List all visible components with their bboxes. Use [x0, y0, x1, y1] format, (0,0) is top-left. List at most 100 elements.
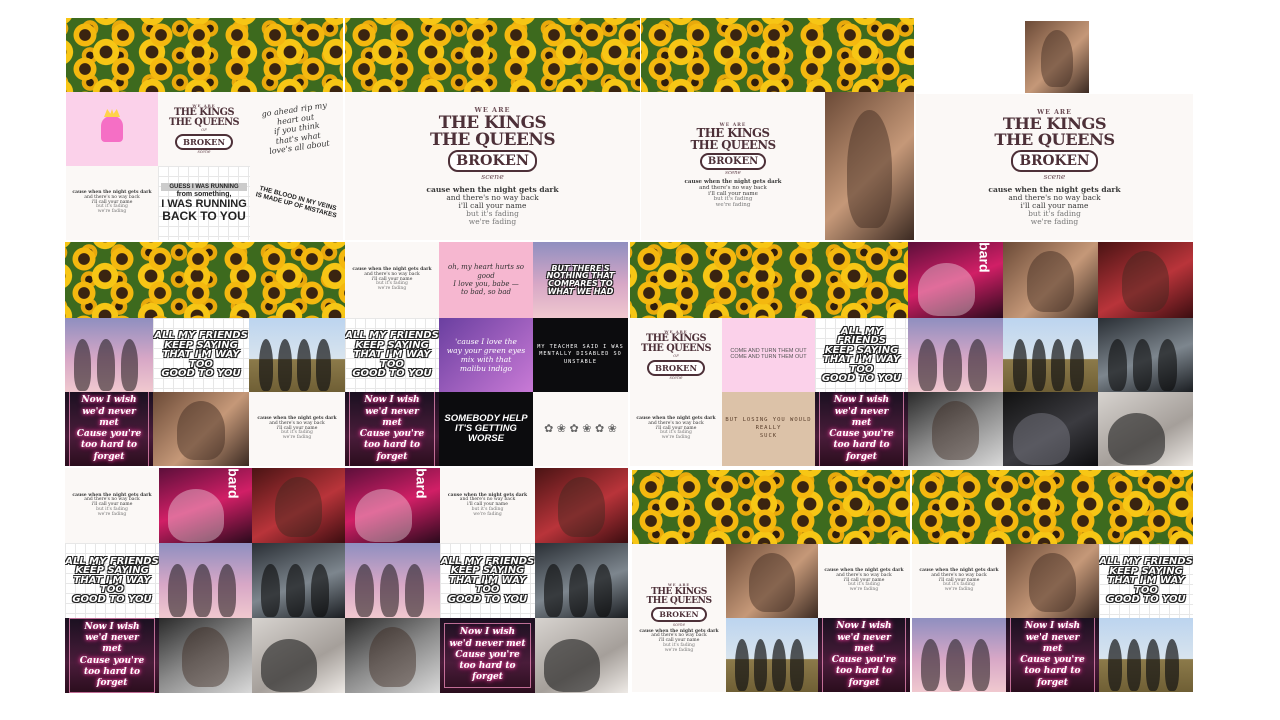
tile-content: BUT THERE'S NOTHING THAT COMPARES TO WHAT W… — [533, 242, 628, 318]
tile-content: cause when the night gets dark and there'… — [818, 544, 910, 618]
logo-scene: scene — [725, 170, 741, 177]
band-member-silhouette — [354, 489, 412, 542]
lyrics-block: cause when the night gets dark and there'… — [639, 629, 718, 654]
lyrics-tile: cause when the night gets dark and there'… — [249, 392, 345, 466]
lyrics-block: cause when the night gets dark and there'… — [685, 179, 782, 209]
singer-photo-tile — [252, 468, 345, 543]
tile-content: ALL MY FRIENDS KEEP SAYING THAT I'M WAY TO… — [345, 318, 439, 392]
neon-line: Now I wish we'd never met — [1024, 621, 1081, 654]
band-member-silhouette — [120, 338, 139, 391]
neon-line: Now I wish we'd never met — [81, 395, 137, 428]
portrait-face — [931, 400, 980, 461]
teacher-quote-line: UNSTABLE — [564, 358, 597, 365]
portrait-face — [177, 400, 225, 461]
lyric-line: we're fading — [944, 587, 974, 593]
logo-lyrics-tile: WE ARE THE KINGS THE QUEENS BROKEN scene caus… — [641, 92, 825, 240]
malibu-quote-line: way your green eyes — [446, 346, 526, 355]
tile-content: cause when the night gets dark and there'… — [440, 468, 535, 543]
hurts-quote-tile: oh, my heart hurts so good I love you, ba… — [439, 242, 533, 318]
band-member-silhouette — [790, 638, 805, 691]
lyric-line: we're fading — [282, 435, 312, 441]
panel-10: bard cause when the night gets dark and th… — [345, 468, 628, 693]
friends-quote: ALL MY FRIENDS KEEP SAYING THAT I'M WAY TO… — [815, 326, 908, 384]
friends-line: GOOD TO YOU — [1106, 594, 1186, 606]
neon-quote-tile: Now I wish we'd never met Cause you're to… — [440, 618, 535, 693]
friends-quote: ALL MY FRIENDS KEEP SAYING THAT I'M WAY TO… — [153, 331, 249, 379]
band-member-silhouette — [772, 638, 786, 691]
friends-quote: ALL MY FRIENDS KEEP SAYING THAT I'M WAY TO… — [1099, 557, 1193, 605]
tile-content: Now I wish we'd never met Cause you're to… — [818, 618, 910, 692]
neon-line: Cause you're too hard to forget — [76, 429, 142, 462]
tile-content: 'cause I love the way your green eyes mix … — [439, 318, 533, 392]
neon-quote: Now I wish we'd never met Cause you're to… — [69, 618, 155, 693]
malibu-quote-line: 'cause I love the — [455, 337, 517, 346]
tile-content: Now I wish we'd never met Cause you're to… — [440, 618, 535, 693]
panel-6: cause when the night gets dark and there'… — [345, 242, 628, 466]
neon-line: Cause you're too hard to forget — [455, 649, 520, 683]
blood-quote: THE BLOOD IN MY VEINS IS MADE UP OF MISTA… — [254, 185, 338, 221]
band-member-silhouette — [544, 639, 601, 692]
friends-quote-tile: ALL MY FRIENDS KEEP SAYING THAT I'M WAY TO… — [153, 318, 249, 392]
lyric-line: we're fading — [661, 435, 691, 441]
band-group-photo-tile — [1098, 318, 1193, 392]
band-member-silhouette — [917, 263, 975, 317]
losing-quote-line: SUCK — [759, 432, 778, 439]
tile-content: ALL MY FRIENDS KEEP SAYING THAT I'M WAY TO… — [815, 318, 908, 392]
logo-lyrics-tile: WE ARE THE KINGS THE QUEENS BROKEN scene caus… — [345, 92, 640, 240]
sunflower-banner — [912, 470, 1193, 544]
band-member-silhouette — [354, 564, 374, 617]
sunflower-banner — [345, 18, 640, 92]
running-quote-tile: GUESS I WAS RUNNING from something, I WAS … — [158, 166, 250, 240]
band-member-silhouette — [1127, 638, 1142, 691]
panel-4: WE ARE THE KINGS THE QUEENS BROKEN scene caus… — [916, 18, 1193, 240]
lyric-line: we're fading — [715, 202, 751, 209]
band-member-silhouette — [753, 638, 768, 691]
logo-of: OF — [201, 127, 207, 132]
band-member-silhouette — [1050, 338, 1065, 391]
friends-line: THAT I'M WAY TOO — [1107, 575, 1185, 596]
tile-content: cause when the night gets dark and there'… — [65, 468, 159, 543]
band-member-silhouette — [217, 564, 237, 617]
band-member-silhouette — [297, 338, 312, 391]
neon-quote: Now I wish we'd never met Cause you're to… — [444, 623, 531, 688]
tile-content: WE ARE THE KINGS THE QUEENS BROKEN scene caus… — [632, 544, 726, 692]
portrait-face — [1121, 251, 1170, 312]
tile-content: MY TEACHER SAID I WAS MENTALLY DISABLED S… — [533, 318, 628, 392]
band-photo-tile — [912, 618, 1006, 692]
stage-sign: bard — [413, 468, 430, 499]
logo-block: WE ARE THE KINGS THE QUEENS BROKEN scene — [430, 106, 556, 181]
tile-content: ALL MY FRIENDS KEEP SAYING THAT I'M WAY TO… — [440, 543, 535, 618]
lyric-line: we're fading — [664, 647, 694, 653]
logo-scene: scene — [197, 149, 211, 155]
tile-content: Now I wish we'd never met Cause you're to… — [65, 618, 159, 693]
tile-content: WE ARE THE KINGS THE QUEENS BROKEN scene caus… — [916, 94, 1193, 240]
portrait-face — [558, 477, 605, 537]
friends-line: GOOD TO YOU — [352, 368, 432, 380]
lyrics-tile: cause when the night gets dark and there'… — [66, 166, 158, 240]
tile-content: Now I wish we'd never met Cause you're to… — [65, 392, 153, 466]
lyrics-block: cause when the night gets dark and there'… — [988, 186, 1120, 225]
band-member-silhouette — [544, 564, 563, 617]
neon-line: Now I wish we'd never met — [449, 627, 526, 649]
tile-content: go ahead rip my heart out if you think that… — [250, 92, 343, 166]
friends-line: GOOD TO YOU — [821, 373, 902, 384]
tile-content: WE ARE THE KINGS THE QUEENS BROKEN scene caus… — [345, 92, 640, 240]
portrait-face — [749, 552, 795, 613]
band-member-silhouette — [1108, 638, 1123, 691]
band-group-photo-tile — [252, 543, 345, 618]
tile-content: ✿ ❀ ✿ ❀ ✿ ❀ — [533, 392, 628, 466]
tile-content: SOMEBODY HELP IT'S GETTING WORSE — [439, 392, 533, 466]
lyric-line: we're fading — [473, 511, 502, 517]
friends-quote-tile: ALL MY FRIENDS KEEP SAYING THAT I'M WAY TO… — [65, 543, 159, 618]
guitarist-photo-tile — [252, 618, 345, 693]
running-line: GUESS I WAS RUNNING — [161, 183, 247, 192]
portrait-photo-tile — [1006, 544, 1099, 618]
tile-content: ALL MY FRIENDS KEEP SAYING THAT I'M WAY TO… — [1099, 544, 1193, 618]
band-member-silhouette — [968, 338, 988, 391]
malibu-quote-line: mix with that — [460, 355, 512, 364]
come-and-turn-quote: COME AND TURN THEM OUT COME AND TURN THEM… — [730, 348, 806, 361]
band-member-silhouette — [310, 564, 330, 617]
neon-line: Cause you're too hard to forget — [1020, 655, 1085, 688]
neon-quote: Now I wish we'd never met Cause you're to… — [819, 392, 904, 466]
tile-content: ALL MY FRIENDS KEEP SAYING THAT I'M WAY TO… — [65, 543, 159, 618]
